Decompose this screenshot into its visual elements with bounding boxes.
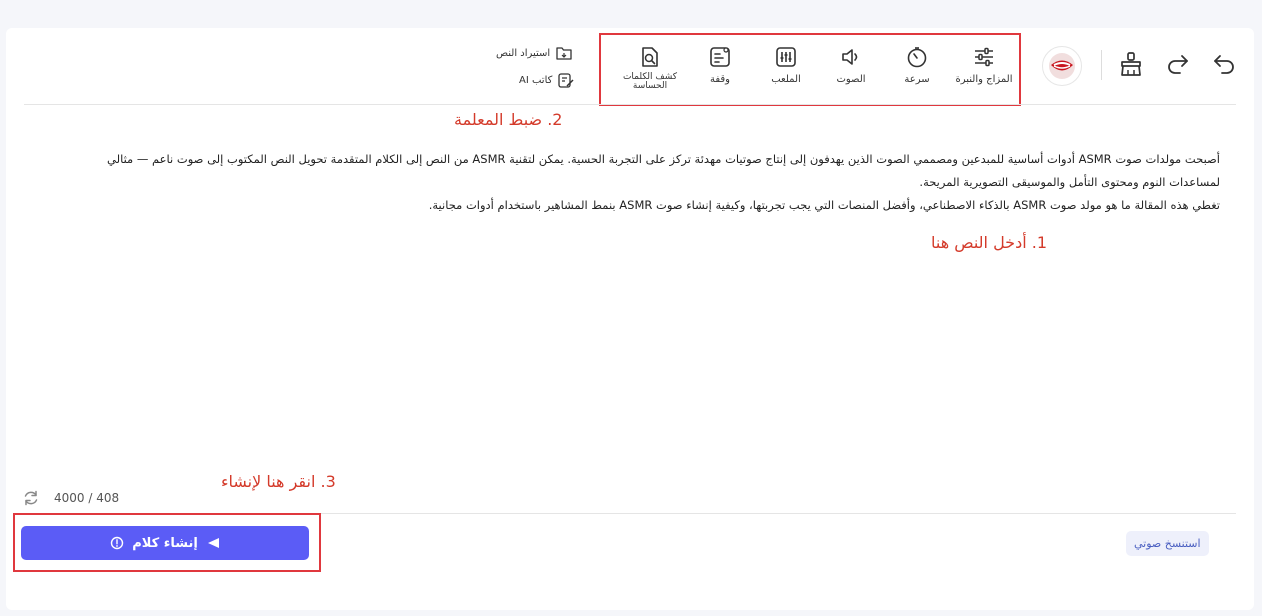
toolbar-divider	[1101, 50, 1102, 80]
annotation-step-3: 3. انقر هنا لإنشاء	[221, 472, 336, 491]
tool-sensitive-words[interactable]: كشف الكلمات الحساسة	[620, 46, 680, 91]
import-text-button[interactable]: استيراد النص	[496, 46, 572, 60]
refresh-icon[interactable]	[22, 489, 40, 507]
avatar[interactable]	[1042, 46, 1082, 86]
editor-line-3[interactable]: تغطي هذه المقالة ما هو مولد صوت ASMR بال…	[20, 194, 1220, 217]
generate-speech-button[interactable]: إنشاء كلام	[21, 526, 309, 560]
tool-pitch[interactable]: الملعب	[756, 46, 816, 85]
tool-speed[interactable]: سرعة	[887, 46, 947, 85]
editor-line-2[interactable]: لمساعدات النوم ومحتوى التأمل والموسيقى ا…	[20, 171, 1220, 194]
tool-pause[interactable]: وقفة	[690, 46, 750, 85]
ai-writer-button[interactable]: كاتب AI	[519, 73, 574, 88]
toolbar-bottom-divider	[24, 104, 1236, 105]
tool-volume-label: الصوت	[836, 74, 866, 85]
generate-speech-label: إنشاء كلام	[132, 535, 198, 551]
speaker-icon	[840, 46, 862, 68]
annotation-step-1: 1. أدخل النص هنا	[931, 233, 1047, 252]
import-folder-icon	[556, 46, 572, 60]
clear-brush-icon[interactable]	[1119, 51, 1143, 77]
tool-pitch-label: الملعب	[771, 74, 801, 85]
redo-icon[interactable]	[1166, 52, 1190, 74]
ai-writer-label: كاتب AI	[519, 75, 553, 86]
document-search-icon	[639, 46, 661, 68]
play-icon	[206, 537, 220, 549]
sliders-icon	[973, 46, 995, 68]
tool-volume[interactable]: الصوت	[821, 46, 881, 85]
import-text-label: استيراد النص	[496, 47, 551, 59]
tool-mood-tone-label: المزاج والنبرة	[955, 74, 1013, 85]
equalizer-icon	[775, 46, 797, 68]
editor-line-1[interactable]: أصبحت مولدات صوت ASMR أدوات أساسية للمبد…	[20, 148, 1220, 171]
tool-pause-label: وقفة	[709, 74, 731, 85]
pause-insert-icon	[709, 46, 731, 68]
ai-pen-icon	[558, 73, 574, 88]
undo-icon[interactable]	[1212, 52, 1236, 74]
annotation-step-2: 2. ضبط المعلمة	[454, 110, 563, 129]
voice-clone-button[interactable]: استنسخ صوتي	[1126, 531, 1209, 556]
tool-sensitive-words-label: كشف الكلمات الحساسة	[622, 72, 678, 91]
timer-icon	[906, 46, 928, 68]
tool-speed-label: سرعة	[904, 74, 930, 85]
tool-mood-tone[interactable]: المزاج والنبرة	[954, 46, 1014, 85]
info-icon	[110, 536, 124, 550]
char-counter: 4000 / 408	[54, 491, 120, 505]
